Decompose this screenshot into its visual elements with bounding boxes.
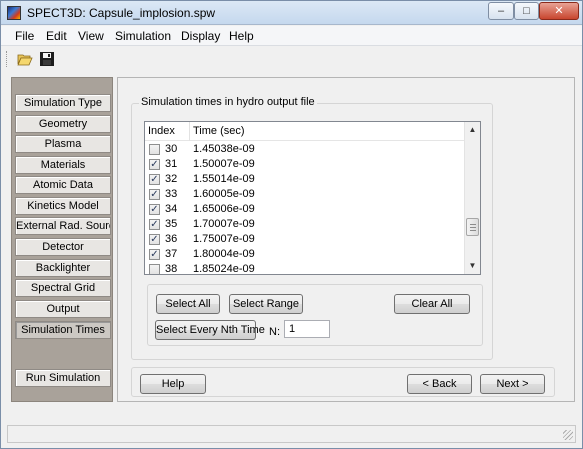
row-checkbox[interactable]: ✓ [149, 189, 160, 200]
row-index: 33 [165, 188, 178, 200]
row-index: 38 [165, 263, 178, 274]
status-bar [7, 425, 576, 443]
list-header: Index Time (sec) [145, 122, 465, 141]
sidebar-item-kinetics-model[interactable]: Kinetics Model [15, 197, 111, 215]
sidebar-item-plasma[interactable]: Plasma [15, 135, 111, 153]
toolbar [1, 47, 582, 71]
row-checkbox[interactable]: ✓ [149, 204, 160, 215]
select-range-button[interactable]: Select Range [229, 294, 303, 314]
run-simulation-button[interactable]: Run Simulation [15, 369, 111, 387]
row-time: 1.85024e-09 [193, 263, 255, 274]
list-row[interactable]: ✓ 32 1.55014e-09 [145, 172, 465, 187]
scroll-thumb[interactable] [466, 218, 479, 236]
row-checkbox[interactable] [149, 144, 160, 155]
window-title: SPECT3D: Capsule_implosion.spw [27, 6, 216, 20]
select-every-nth-button[interactable]: Select Every Nth Time [155, 320, 265, 340]
maximize-button[interactable]: □ [514, 2, 539, 20]
close-button[interactable]: ✕ [539, 2, 579, 20]
row-checkbox[interactable]: ✓ [149, 174, 160, 185]
open-folder-icon[interactable] [17, 51, 33, 67]
help-button[interactable]: Help [140, 374, 206, 394]
toolbar-grip[interactable] [6, 51, 9, 67]
row-checkbox[interactable]: ✓ [149, 159, 160, 170]
row-time: 1.70007e-09 [193, 218, 255, 230]
save-disk-icon[interactable] [39, 51, 55, 67]
row-time: 1.50007e-09 [193, 158, 255, 170]
sidebar-item-output[interactable]: Output [15, 300, 111, 318]
minimize-button[interactable]: – [488, 2, 514, 20]
list-row[interactable]: ✓ 36 1.75007e-09 [145, 232, 465, 247]
row-time: 1.80004e-09 [193, 248, 255, 260]
row-index: 31 [165, 158, 178, 170]
list-row[interactable]: 38 1.85024e-09 [145, 262, 465, 274]
menu-view[interactable]: View [78, 29, 104, 43]
column-header-index[interactable]: Index [148, 125, 175, 137]
row-index: 37 [165, 248, 178, 260]
sidebar-item-backlighter[interactable]: Backlighter [15, 259, 111, 277]
list-row[interactable]: 30 1.45038e-09 [145, 142, 465, 157]
back-button[interactable]: < Back [407, 374, 472, 394]
row-checkbox[interactable]: ✓ [149, 234, 160, 245]
scroll-up-arrow-icon[interactable]: ▲ [465, 122, 480, 138]
list-scrollbar[interactable]: ▲ ▼ [464, 122, 480, 274]
row-time: 1.65006e-09 [193, 203, 255, 215]
title-bar: SPECT3D: Capsule_implosion.spw – □ ✕ [1, 1, 582, 25]
row-time: 1.75007e-09 [193, 233, 255, 245]
sidebar-item-simulation-times[interactable]: Simulation Times [15, 321, 111, 339]
list-row[interactable]: ✓ 33 1.60005e-09 [145, 187, 465, 202]
scroll-down-arrow-icon[interactable]: ▼ [465, 258, 480, 274]
list-row[interactable]: ✓ 35 1.70007e-09 [145, 217, 465, 232]
menu-file[interactable]: File [15, 29, 34, 43]
list-row[interactable]: ✓ 37 1.80004e-09 [145, 247, 465, 262]
row-checkbox[interactable]: ✓ [149, 219, 160, 230]
menu-bar: File Edit View Simulation Display Help [1, 26, 582, 46]
row-index: 35 [165, 218, 178, 230]
group-title: Simulation times in hydro output file [139, 96, 317, 108]
sidebar-item-atomic-data[interactable]: Atomic Data [15, 176, 111, 194]
n-label: N: [269, 326, 280, 338]
list-row[interactable]: ✓ 31 1.50007e-09 [145, 157, 465, 172]
resize-grip-icon[interactable] [563, 430, 573, 440]
times-list[interactable]: Index Time (sec) 30 1.45038e-09 ✓ 31 1.5… [144, 121, 481, 275]
main-window: SPECT3D: Capsule_implosion.spw – □ ✕ Fil… [0, 0, 583, 449]
sidebar: Simulation Type Geometry Plasma Material… [11, 77, 113, 402]
row-checkbox[interactable]: ✓ [149, 249, 160, 260]
row-index: 32 [165, 173, 178, 185]
next-button[interactable]: Next > [480, 374, 545, 394]
sidebar-item-spectral-grid[interactable]: Spectral Grid [15, 279, 111, 297]
menu-display[interactable]: Display [181, 29, 220, 43]
row-index: 34 [165, 203, 178, 215]
clear-all-button[interactable]: Clear All [394, 294, 470, 314]
row-time: 1.60005e-09 [193, 188, 255, 200]
sidebar-item-geometry[interactable]: Geometry [15, 115, 111, 133]
sidebar-item-materials[interactable]: Materials [15, 156, 111, 174]
sidebar-item-detector[interactable]: Detector [15, 238, 111, 256]
n-input[interactable]: 1 [284, 320, 330, 338]
row-index: 36 [165, 233, 178, 245]
column-separator[interactable] [189, 122, 190, 141]
sidebar-item-external-rad-source[interactable]: External Rad. Source [15, 217, 111, 235]
select-all-button[interactable]: Select All [156, 294, 220, 314]
row-index: 30 [165, 143, 178, 155]
list-row[interactable]: ✓ 34 1.65006e-09 [145, 202, 465, 217]
column-header-time[interactable]: Time (sec) [193, 125, 245, 137]
menu-edit[interactable]: Edit [46, 29, 67, 43]
row-time: 1.55014e-09 [193, 173, 255, 185]
row-checkbox[interactable] [149, 264, 160, 274]
app-logo-icon [7, 6, 21, 20]
row-time: 1.45038e-09 [193, 143, 255, 155]
menu-help[interactable]: Help [229, 29, 254, 43]
sidebar-item-simulation-type[interactable]: Simulation Type [15, 94, 111, 112]
menu-simulation[interactable]: Simulation [115, 29, 171, 43]
